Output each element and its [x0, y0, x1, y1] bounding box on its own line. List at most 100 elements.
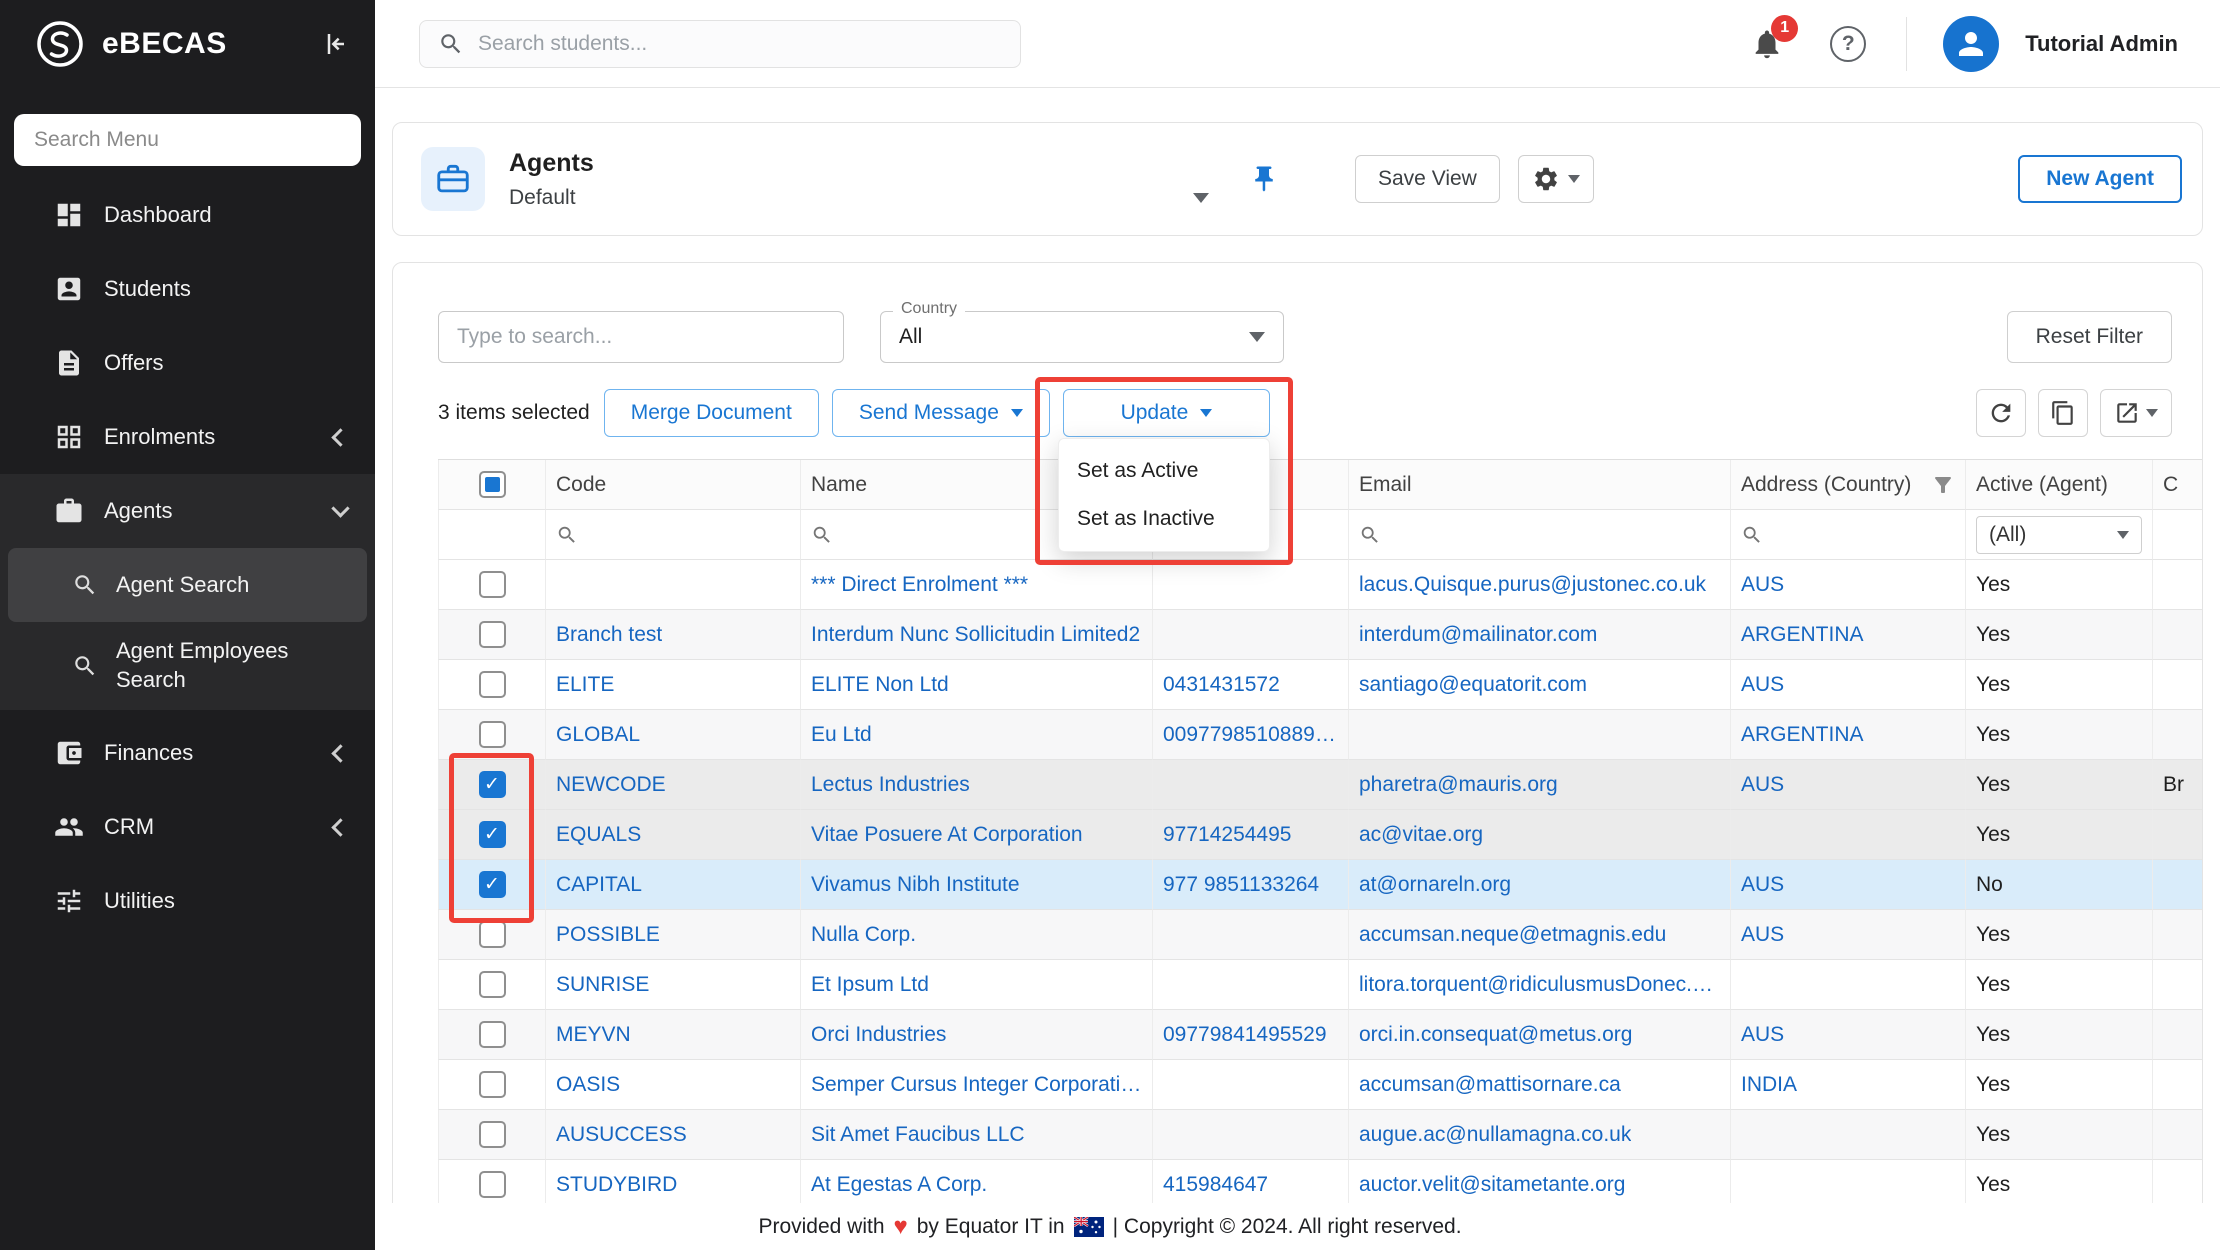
- agent-code-link[interactable]: NEWCODE: [556, 773, 666, 797]
- table-row[interactable]: EQUALS Vitae Posuere At Corporation 9771…: [438, 810, 2203, 860]
- filter-funnel-icon[interactable]: [1931, 473, 1955, 497]
- export-button[interactable]: [2100, 389, 2172, 437]
- table-row[interactable]: AUSUCCESS Sit Amet Faucibus LLC augue.ac…: [438, 1110, 2203, 1160]
- row-checkbox-cell[interactable]: [438, 1110, 546, 1160]
- row-checkbox-cell[interactable]: [438, 960, 546, 1010]
- agent-country[interactable]: AUS: [1741, 873, 1784, 897]
- agent-country[interactable]: AUS: [1741, 923, 1784, 947]
- menu-search-input[interactable]: [14, 114, 361, 166]
- agent-country[interactable]: AUS: [1741, 773, 1784, 797]
- active-filter-select[interactable]: (All): [1976, 516, 2142, 554]
- filter-cell-email[interactable]: [1349, 510, 1731, 560]
- agent-country[interactable]: AUS: [1741, 1023, 1784, 1047]
- agent-name-link[interactable]: Nulla Corp.: [811, 923, 916, 947]
- sidebar-item-offers[interactable]: Offers: [0, 326, 375, 400]
- agent-code-link[interactable]: SUNRISE: [556, 973, 649, 997]
- row-checkbox-cell[interactable]: [438, 1010, 546, 1060]
- agent-code-link[interactable]: CAPITAL: [556, 873, 642, 897]
- agent-code-link[interactable]: POSSIBLE: [556, 923, 660, 947]
- row-checkbox[interactable]: [479, 671, 506, 698]
- row-checkbox[interactable]: [479, 1121, 506, 1148]
- row-checkbox[interactable]: [479, 721, 506, 748]
- table-row[interactable]: SUNRISE Et Ipsum Ltd litora.torquent@rid…: [438, 960, 2203, 1010]
- update-button[interactable]: Update: [1063, 389, 1270, 437]
- agent-country[interactable]: ARGENTINA: [1741, 623, 1864, 647]
- copy-button[interactable]: [2038, 389, 2088, 437]
- column-header-email[interactable]: Email: [1349, 460, 1731, 510]
- agent-name-link[interactable]: Sit Amet Faucibus LLC: [811, 1123, 1025, 1147]
- agent-email-link[interactable]: ac@vitae.org: [1359, 823, 1483, 847]
- agent-country[interactable]: ARGENTINA: [1741, 723, 1864, 747]
- student-search-input[interactable]: [478, 32, 1002, 56]
- row-checkbox-cell[interactable]: [438, 760, 546, 810]
- table-row[interactable]: ELITE ELITE Non Ltd 0431431572 santiago@…: [438, 660, 2203, 710]
- sidebar-item-students[interactable]: Students: [0, 252, 375, 326]
- agent-email-link[interactable]: pharetra@mauris.org: [1359, 773, 1558, 797]
- agent-name-link[interactable]: Et Ipsum Ltd: [811, 973, 929, 997]
- agent-code-link[interactable]: GLOBAL: [556, 723, 640, 747]
- row-checkbox[interactable]: [479, 621, 506, 648]
- agent-code-link[interactable]: AUSUCCESS: [556, 1123, 687, 1147]
- select-all-cell[interactable]: [438, 460, 546, 510]
- help-button[interactable]: ?: [1830, 26, 1866, 62]
- sidebar-item-enrolments[interactable]: Enrolments: [0, 400, 375, 474]
- agent-code-link[interactable]: OASIS: [556, 1073, 620, 1097]
- refresh-button[interactable]: [1976, 389, 2026, 437]
- row-checkbox-cell[interactable]: [438, 560, 546, 610]
- sidebar-item-crm[interactable]: CRM: [0, 790, 375, 864]
- filter-cell-active[interactable]: (All): [1966, 510, 2153, 560]
- agent-email-link[interactable]: accumsan.neque@etmagnis.edu: [1359, 923, 1666, 947]
- row-checkbox[interactable]: [479, 571, 506, 598]
- agent-email-link[interactable]: santiago@equatorit.com: [1359, 673, 1587, 697]
- notifications-button[interactable]: 1: [1750, 27, 1784, 61]
- row-checkbox[interactable]: [479, 771, 506, 798]
- user-avatar[interactable]: [1943, 16, 1999, 72]
- row-checkbox[interactable]: [479, 1021, 506, 1048]
- table-row[interactable]: CAPITAL Vivamus Nibh Institute 977 98511…: [438, 860, 2203, 910]
- send-message-button[interactable]: Send Message: [832, 389, 1050, 437]
- row-checkbox-cell[interactable]: [438, 810, 546, 860]
- agent-name-link[interactable]: ELITE Non Ltd: [811, 673, 949, 697]
- row-checkbox-cell[interactable]: [438, 610, 546, 660]
- agent-country[interactable]: AUS: [1741, 573, 1784, 597]
- table-row[interactable]: NEWCODE Lectus Industries pharetra@mauri…: [438, 760, 2203, 810]
- country-filter[interactable]: Country All: [880, 311, 1284, 363]
- table-row[interactable]: POSSIBLE Nulla Corp. accumsan.neque@etma…: [438, 910, 2203, 960]
- row-checkbox[interactable]: [479, 821, 506, 848]
- sidebar-item-agents[interactable]: Agents: [0, 474, 375, 548]
- agent-country[interactable]: INDIA: [1741, 1073, 1797, 1097]
- agent-email-link[interactable]: augue.ac@nullamagna.co.uk: [1359, 1123, 1631, 1147]
- view-selector[interactable]: Default: [509, 186, 1209, 210]
- user-name[interactable]: Tutorial Admin: [2025, 31, 2178, 57]
- menu-item-set-as-inactive[interactable]: Set as Inactive: [1059, 495, 1269, 543]
- agent-email-link[interactable]: auctor.velit@sitametante.org: [1359, 1173, 1625, 1197]
- agent-name-link[interactable]: Vitae Posuere At Corporation: [811, 823, 1083, 847]
- agent-code-link[interactable]: Branch test: [556, 623, 662, 647]
- row-checkbox-cell[interactable]: [438, 860, 546, 910]
- row-checkbox[interactable]: [479, 921, 506, 948]
- sidebar-collapse-icon[interactable]: [319, 29, 349, 59]
- table-row[interactable]: *** Direct Enrolment *** lacus.Quisque.p…: [438, 560, 2203, 610]
- select-all-checkbox[interactable]: [479, 471, 506, 498]
- agent-email-link[interactable]: lacus.Quisque.purus@justonec.co.uk: [1359, 573, 1706, 597]
- agent-code-link[interactable]: MEYVN: [556, 1023, 631, 1047]
- agent-name-link[interactable]: Orci Industries: [811, 1023, 946, 1047]
- column-header-code[interactable]: Code: [546, 460, 801, 510]
- agent-email-link[interactable]: accumsan@mattisornare.ca: [1359, 1073, 1621, 1097]
- agent-name-link[interactable]: Eu Ltd: [811, 723, 872, 747]
- agent-email-link[interactable]: interdum@mailinator.com: [1359, 623, 1597, 647]
- agent-email-link[interactable]: orci.in.consequat@metus.org: [1359, 1023, 1632, 1047]
- column-header-address[interactable]: Address (Country): [1731, 460, 1966, 510]
- agent-email-link[interactable]: at@ornareln.org: [1359, 873, 1511, 897]
- agent-name-link[interactable]: At Egestas A Corp.: [811, 1173, 987, 1197]
- table-row[interactable]: GLOBAL Eu Ltd 009779851088964 ARGENTINA …: [438, 710, 2203, 760]
- agent-name-link[interactable]: Lectus Industries: [811, 773, 970, 797]
- row-checkbox-cell[interactable]: [438, 710, 546, 760]
- agent-name-link[interactable]: Vivamus Nibh Institute: [811, 873, 1020, 897]
- filter-cell-code[interactable]: [546, 510, 801, 560]
- agent-country[interactable]: AUS: [1741, 673, 1784, 697]
- row-checkbox-cell[interactable]: [438, 660, 546, 710]
- column-header-extra[interactable]: C: [2153, 460, 2203, 510]
- row-checkbox[interactable]: [479, 1171, 506, 1198]
- sidebar-item-agent-search[interactable]: Agent Search: [8, 548, 367, 622]
